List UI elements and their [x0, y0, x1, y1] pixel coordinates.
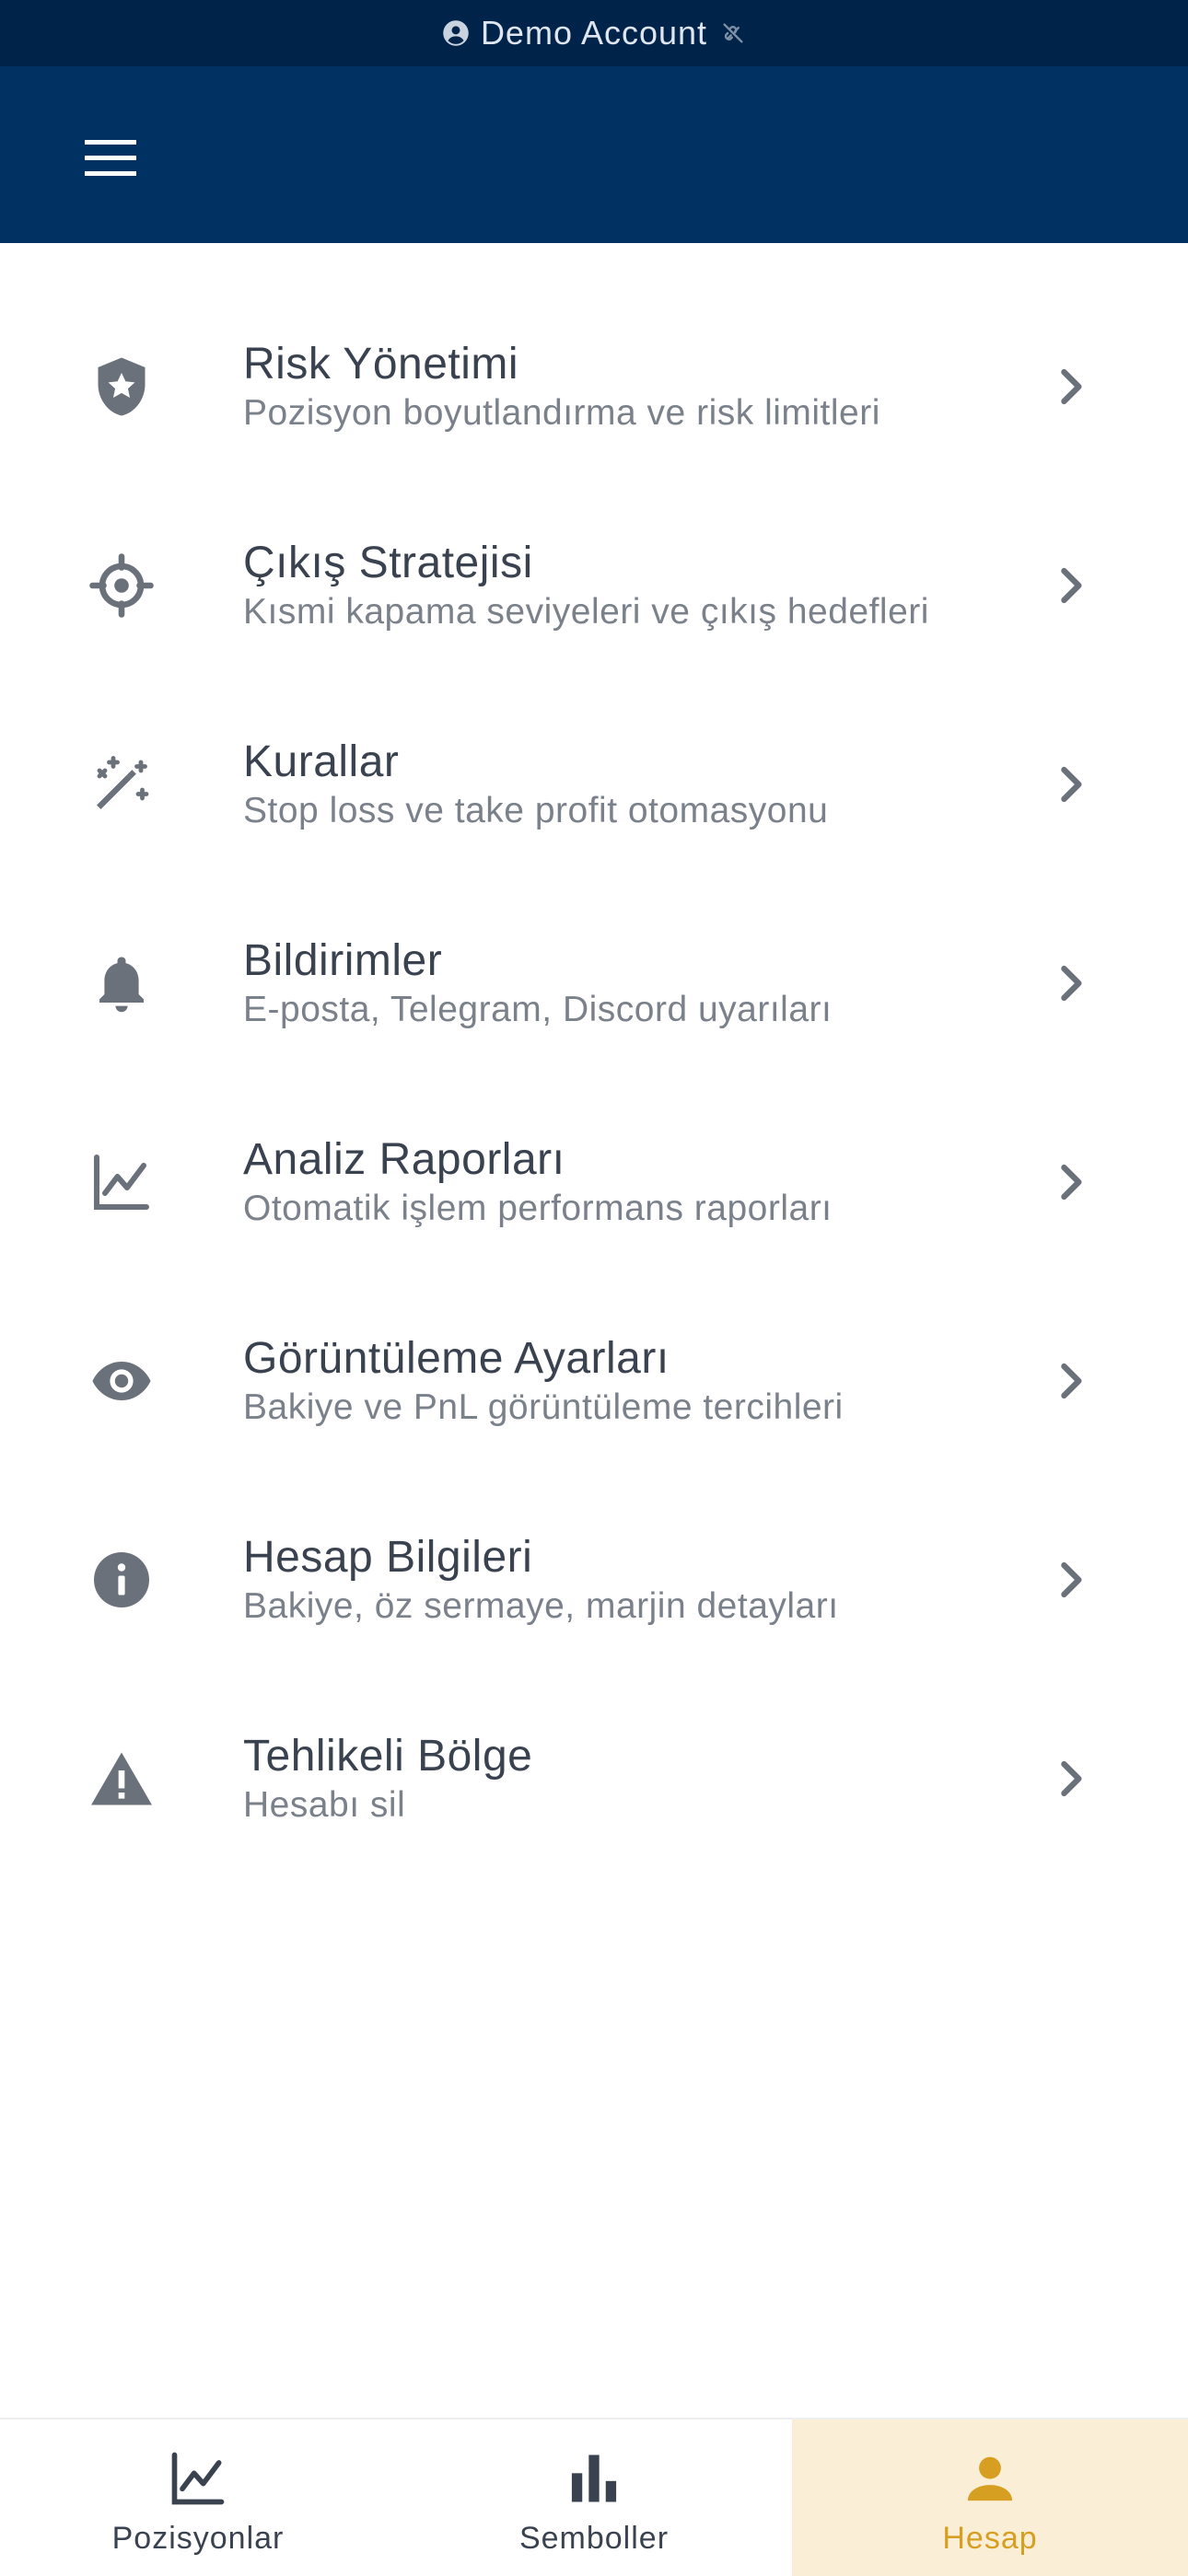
- magic-wand-icon: [97, 756, 149, 809]
- line-chart-icon: [171, 2452, 225, 2505]
- eye-icon: [92, 1362, 151, 1400]
- link-off-icon: [723, 23, 743, 43]
- app-bar: [0, 66, 1188, 243]
- menu-item-title: Çıkış Stratejisi: [243, 539, 533, 587]
- bottom-navigation: Pozisyonlar Semboller Hesap: [0, 2418, 1188, 2576]
- menu-item-title: Hesap Bilgileri: [243, 1533, 533, 1582]
- menu-item-title: Risk Yönetimi: [243, 340, 519, 389]
- chevron-right-icon: [1061, 567, 1082, 604]
- menu-item-account-info[interactable]: Hesap Bilgileri Bakiye, öz sermaye, marj…: [0, 1480, 1188, 1679]
- menu-icon: [85, 140, 136, 176]
- menu-item-title: Kurallar: [243, 737, 400, 786]
- info-icon: [94, 1552, 149, 1607]
- menu-item-risk[interactable]: Risk Yönetimi Pozisyon boyutlandırma ve …: [0, 287, 1188, 486]
- warning-icon: [91, 1752, 152, 1805]
- menu-item-title: Görüntüleme Ayarları: [243, 1334, 670, 1383]
- settings-menu-list: Risk Yönetimi Pozisyon boyutlandırma ve …: [0, 287, 1188, 1878]
- chevron-right-icon: [1061, 965, 1082, 1002]
- menu-item-subtitle: Kısmi kapama seviyeleri ve çıkış hedefle…: [243, 592, 929, 632]
- menu-item-danger-zone[interactable]: Tehlikeli Bölge Hesabı sil: [0, 1679, 1188, 1878]
- menu-item-display-settings[interactable]: Görüntüleme Ayarları Bakiye ve PnL görün…: [0, 1282, 1188, 1480]
- menu-item-reports[interactable]: Analiz Raporları Otomatik işlem performa…: [0, 1083, 1188, 1282]
- tab-symbols[interactable]: Semboller: [396, 2419, 792, 2576]
- chevron-right-icon: [1061, 1363, 1082, 1399]
- menu-item-subtitle: Stop loss ve take profit otomasyonu: [243, 791, 829, 830]
- line-chart-icon: [94, 1155, 149, 1210]
- chevron-right-icon: [1061, 1561, 1082, 1598]
- chevron-right-icon: [1061, 1760, 1082, 1797]
- menu-item-title: Bildirimler: [243, 936, 443, 985]
- shield-star-icon: [98, 357, 146, 416]
- bar-chart-icon: [571, 2454, 617, 2502]
- account-mode-label: Demo Account: [480, 14, 708, 52]
- menu-item-title: Analiz Raporları: [243, 1135, 565, 1184]
- status-bar: Demo Account: [0, 0, 1188, 66]
- menu-item-subtitle: E-posta, Telegram, Discord uyarıları: [243, 990, 833, 1029]
- menu-item-subtitle: Pozisyon boyutlandırma ve risk limitleri: [243, 393, 880, 433]
- bell-icon: [99, 957, 144, 1013]
- tab-label: Semboller: [518, 2521, 670, 2556]
- chevron-right-icon: [1061, 1164, 1082, 1201]
- crosshair-icon: [89, 553, 154, 618]
- menu-item-subtitle: Bakiye, öz sermaye, marjin detayları: [243, 1586, 839, 1626]
- chevron-right-icon: [1061, 368, 1082, 405]
- tab-positions[interactable]: Pozisyonlar: [0, 2419, 396, 2576]
- menu-item-title: Tehlikeli Bölge: [243, 1732, 533, 1781]
- tab-label: Hesap: [942, 2521, 1038, 2556]
- menu-item-exit-strategy[interactable]: Çıkış Stratejisi Kısmi kapama seviyeleri…: [0, 486, 1188, 685]
- menu-item-subtitle: Bakiye ve PnL görüntüleme tercihleri: [243, 1387, 844, 1427]
- account-circle-icon: [443, 20, 469, 46]
- menu-item-subtitle: Otomatik işlem performans raporları: [243, 1189, 833, 1228]
- menu-button[interactable]: [66, 114, 155, 203]
- menu-item-subtitle: Hesabı sil: [243, 1785, 406, 1825]
- menu-item-notifications[interactable]: Bildirimler E-posta, Telegram, Discord u…: [0, 884, 1188, 1083]
- tab-account[interactable]: Hesap: [792, 2419, 1188, 2576]
- tab-label: Pozisyonlar: [111, 2521, 285, 2556]
- chevron-right-icon: [1061, 766, 1082, 803]
- menu-item-rules[interactable]: Kurallar Stop loss ve take profit otomas…: [0, 685, 1188, 884]
- person-icon: [967, 2456, 1013, 2501]
